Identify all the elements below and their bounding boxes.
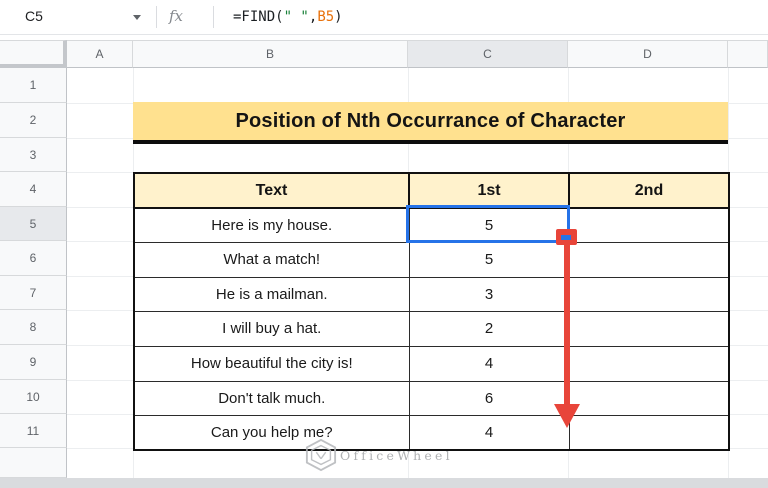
arrow-annotation-head (554, 404, 580, 428)
formula-bar: C5 fx =FIND(" ", B5) (0, 0, 768, 35)
table-row: I will buy a hat. 2 (133, 310, 730, 347)
column-header-overflow[interactable] (728, 40, 768, 68)
column-header-C[interactable]: C (408, 40, 568, 68)
row-header-11[interactable]: 11 (0, 414, 67, 448)
table-cell-text[interactable]: What a match! (133, 241, 410, 278)
column-header-B[interactable]: B (133, 40, 408, 68)
data-table: Text 1st 2nd Here is my house. 5 What a matc… (133, 172, 730, 451)
table-cell-first[interactable]: 5 (408, 207, 570, 243)
table-row: Don't talk much. 6 (133, 380, 730, 416)
watermark: OfficeWheel (305, 437, 453, 473)
fill-handle[interactable] (556, 229, 577, 245)
divider (156, 6, 157, 28)
row-header-2[interactable]: 2 (0, 103, 67, 138)
bottom-strip (0, 478, 768, 488)
table-cell-first[interactable]: 6 (408, 380, 570, 416)
table-cell-text[interactable]: How beautiful the city is! (133, 345, 410, 382)
table-cell-second[interactable] (568, 276, 730, 312)
row-header-4[interactable]: 4 (0, 172, 67, 207)
table-row: Here is my house. 5 (133, 207, 730, 243)
row-header-5[interactable]: 5 (0, 207, 67, 241)
row-header-9[interactable]: 9 (0, 345, 67, 380)
table-row: He is a mailman. 3 (133, 276, 730, 312)
officewheel-logo-icon (305, 438, 337, 472)
table-row: What a match! 5 (133, 241, 730, 278)
row-header-overflow[interactable] (0, 448, 67, 478)
table-cell-second[interactable] (568, 414, 730, 451)
chevron-down-icon[interactable] (133, 15, 141, 20)
title-banner-cell[interactable]: Position of Nth Occurrance of Character (133, 102, 728, 144)
cell-reference: C5 (25, 8, 43, 24)
row-header-1[interactable]: 1 (0, 68, 67, 103)
table-cell-text[interactable]: I will buy a hat. (133, 310, 410, 347)
column-header-D[interactable]: D (568, 40, 728, 68)
table-header-2nd[interactable]: 2nd (568, 172, 730, 209)
formula-token: B5 (317, 9, 335, 25)
formula-token: , (308, 9, 318, 25)
table-cell-first[interactable]: 3 (408, 276, 570, 312)
name-box[interactable]: C5 (0, 0, 150, 34)
table-cell-text[interactable]: Don't talk much. (133, 380, 410, 416)
table-cell-second[interactable] (568, 310, 730, 347)
watermark-text: OfficeWheel (340, 448, 453, 463)
table-cell-second[interactable] (568, 207, 730, 243)
row-header-7[interactable]: 7 (0, 276, 67, 310)
table-cell-text[interactable]: He is a mailman. (133, 276, 410, 312)
formula-token: =FIND( (233, 9, 284, 25)
table-cell-second[interactable] (568, 241, 730, 278)
formula-input[interactable]: =FIND(" ", B5) (233, 0, 343, 34)
title-text: Position of Nth Occurrance of Character (235, 109, 626, 132)
table-cell-second[interactable] (568, 380, 730, 416)
spreadsheet-app: C5 fx =FIND(" ", B5) Position of Nth Occu… (0, 0, 768, 488)
table-header-1st[interactable]: 1st (408, 172, 570, 209)
table-cell-first[interactable]: 5 (408, 241, 570, 278)
divider (213, 6, 214, 28)
table-header-row: Text 1st 2nd (133, 172, 730, 209)
fill-handle-dot (561, 235, 571, 240)
column-header-A[interactable]: A (67, 40, 133, 68)
select-all-corner[interactable] (0, 40, 67, 68)
table-cell-first[interactable]: 2 (408, 310, 570, 347)
table-cell-second[interactable] (568, 345, 730, 382)
row-header-8[interactable]: 8 (0, 310, 67, 345)
row-header-10[interactable]: 10 (0, 380, 67, 414)
arrow-annotation-shaft (564, 245, 570, 406)
table-row: How beautiful the city is! 4 (133, 345, 730, 382)
fx-icon: fx (169, 7, 184, 25)
formula-token: " " (283, 9, 309, 25)
row-header-6[interactable]: 6 (0, 241, 67, 276)
table-cell-first[interactable]: 4 (408, 345, 570, 382)
table-header-text[interactable]: Text (133, 172, 410, 209)
table-cell-text[interactable]: Here is my house. (133, 207, 410, 243)
formula-token: ) (334, 9, 343, 25)
row-header-3[interactable]: 3 (0, 138, 67, 172)
